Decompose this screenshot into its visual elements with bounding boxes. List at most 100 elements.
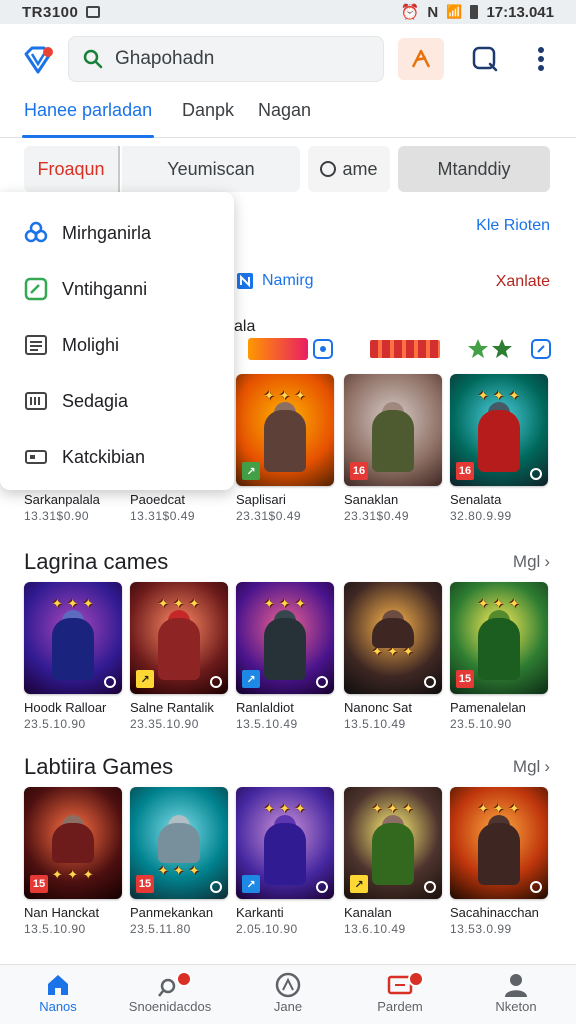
- game-title: Hoodk Ralloar: [24, 700, 107, 715]
- tab-hanee-parladan[interactable]: Hanee parladan: [24, 100, 152, 121]
- menu-item-mirhganirla[interactable]: Mirhganirla: [0, 208, 234, 258]
- age-rating-badge: 15: [136, 875, 154, 893]
- link-namirg-label: Namirg: [262, 272, 314, 289]
- game-meta: 13.5.10.49: [344, 717, 406, 731]
- game-meta: 23.31$0.49: [236, 509, 302, 523]
- nav-item-jane[interactable]: Jane: [238, 971, 338, 1014]
- game-meta: 13.31$0.49: [130, 509, 196, 523]
- game-card[interactable]: ✦ ✦ ✦ 16 Senalata 32.80.9.99: [450, 374, 548, 523]
- nav-label: Jane: [273, 999, 303, 1014]
- age-rating-badge: 15: [456, 670, 474, 688]
- game-card[interactable]: 16 Sanaklan 23.31$0.49: [344, 374, 442, 523]
- nav-item-pardem[interactable]: Pardem: [350, 971, 450, 1014]
- app-logo-icon[interactable]: [22, 44, 54, 76]
- menu-item-label: Mirhganirla: [62, 222, 152, 243]
- notification-badge: [176, 971, 192, 987]
- game-meta: 13.31$0.90: [24, 509, 90, 523]
- gallery-notification-icon: [86, 6, 101, 18]
- share-icon[interactable]: [312, 338, 334, 360]
- link-namirg[interactable]: Namirg: [236, 272, 314, 290]
- edit-button[interactable]: [398, 38, 444, 80]
- game-card[interactable]: ✦ ✦ ✦ 15 Pamenalelan 23.5.10.90: [450, 582, 548, 731]
- game-thumbnail: ✦ ✦ ✦ 15: [130, 787, 228, 899]
- edit-square-icon: [24, 277, 48, 301]
- clover-icon: [24, 221, 48, 245]
- rating-badge: ↗: [242, 875, 260, 893]
- game-card[interactable]: ✦ ✦ ✦ Hoodk Ralloar 23.5.10.90: [24, 582, 122, 731]
- stars-logo-icon[interactable]: [468, 338, 518, 360]
- menu-item-molighi[interactable]: Molighi: [0, 320, 234, 370]
- game-meta: 2.05.10.90: [236, 922, 298, 936]
- chip-ame[interactable]: ame: [308, 146, 390, 192]
- section-more-link[interactable]: Mgl ›: [513, 552, 550, 572]
- chip-yeumiscan[interactable]: Yeumiscan: [122, 146, 300, 192]
- game-card[interactable]: ✦ ✦ ✦ ↗ Karkanti 2.05.10.90: [236, 787, 334, 936]
- filter-chips: Froaqun Yeumiscan ame Mtanddiy: [0, 146, 576, 192]
- game-thumbnail: ✦ ✦ ✦ 16: [450, 374, 548, 486]
- more-label: Mgl: [512, 757, 541, 776]
- radio-icon: [320, 161, 337, 177]
- game-title: Saplisari: [236, 492, 286, 507]
- status-time: TR3100: [22, 3, 79, 21]
- more-vert-icon: [538, 47, 544, 71]
- chip-ame-label: ame: [342, 158, 378, 179]
- search-bar[interactable]: [68, 36, 384, 82]
- game-card[interactable]: ✦ ✦ ✦ ↗ Saplisari 23.31$0.49: [236, 374, 334, 523]
- bottom-navigation: Nanos Snoenidacdos Jane Pardem Nketon: [0, 964, 576, 1024]
- compass-icon: [275, 972, 301, 998]
- game-card[interactable]: ✦ ✦ ✦ 15 Nan Hanckat 13.5.10.90: [24, 787, 122, 936]
- game-meta: 23.35.10.90: [130, 717, 199, 731]
- active-tab-indicator: [22, 135, 154, 138]
- chevron-right-icon: ›: [544, 552, 550, 571]
- game-meta: 13.6.10.49: [344, 922, 406, 936]
- nav-item-nanos[interactable]: Nanos: [8, 971, 108, 1014]
- messages-button[interactable]: [462, 38, 508, 80]
- nav-item-nketon[interactable]: Nketon: [466, 971, 566, 1014]
- chip-froaqun[interactable]: Froaqun: [24, 146, 120, 192]
- game-meta: 23.5.10.90: [450, 717, 512, 731]
- chip-mtanddiy[interactable]: Mtanddiy: [398, 146, 550, 192]
- game-meta: 13.5.10.49: [236, 717, 298, 731]
- rating-badge: ↗: [242, 462, 260, 480]
- more-options-button[interactable]: [518, 38, 564, 80]
- game-card[interactable]: ✦ ✦ ✦ 15 Panmekankan 23.5.11.80: [130, 787, 228, 936]
- hero-figure: [478, 618, 520, 680]
- link-xanlate[interactable]: Xanlate: [496, 273, 550, 291]
- chevron-right-icon: ›: [544, 757, 550, 776]
- game-card[interactable]: ✦ ✦ ✦ Nanonc Sat 13.5.10.49: [344, 582, 442, 731]
- section-title: Labtiira Games: [24, 754, 174, 779]
- nav-item-snoenidacdos[interactable]: Snoenidacdos: [120, 971, 220, 1014]
- search-input[interactable]: [115, 48, 355, 70]
- menu-item-sedagia[interactable]: Sedagia: [0, 376, 234, 426]
- hero-figure: [52, 618, 94, 680]
- rating-badge: ↗: [136, 670, 154, 688]
- status-bar: TR3100 ⏰ N 📶 17:13.041: [0, 0, 576, 24]
- game-card[interactable]: ✦ ✦ ✦ ↗ Ranlaldiot 13.5.10.49: [236, 582, 334, 731]
- menu-item-vntihganni[interactable]: Vntihganni: [0, 264, 234, 314]
- list-icon: [24, 333, 48, 357]
- game-card[interactable]: ✦ ✦ ✦ ↗ Salne Rantalik 23.35.10.90: [130, 582, 228, 731]
- hero-figure: [372, 618, 414, 648]
- game-card[interactable]: ✦ ✦ ✦ Sacahinacchan 13.53.0.99: [450, 787, 548, 936]
- hero-figure: [478, 823, 520, 885]
- notification-badge: [408, 971, 424, 987]
- game-card[interactable]: ✦ ✦ ✦ ↗ Kanalan 13.6.10.49: [344, 787, 442, 936]
- link-kle-rioten[interactable]: Kle Rioten: [476, 217, 550, 235]
- nav-label: Pardem: [377, 999, 423, 1014]
- section-title: Lagrina cames: [24, 549, 169, 574]
- menu-item-label: Katckibian: [62, 446, 146, 467]
- game-thumbnail: 16: [344, 374, 442, 486]
- pen-icon: [411, 49, 431, 68]
- menu-item-katckibian[interactable]: Katckibian: [0, 432, 234, 482]
- promo-logo-1[interactable]: [248, 338, 308, 360]
- age-rating-badge: 16: [350, 462, 368, 480]
- share-icon-2[interactable]: [530, 338, 552, 360]
- promo-logo-2[interactable]: [370, 340, 440, 358]
- game-thumbnail: ✦ ✦ ✦ ↗: [236, 374, 334, 486]
- tab-nagan[interactable]: Nagan: [258, 100, 311, 121]
- tab-danpk[interactable]: Danpk: [182, 100, 234, 121]
- game-title: Sarkanpalala: [24, 492, 100, 507]
- section-more-link[interactable]: Mgl ›: [513, 757, 550, 777]
- promo-logo-strip: [246, 336, 556, 366]
- hero-figure: [478, 410, 520, 472]
